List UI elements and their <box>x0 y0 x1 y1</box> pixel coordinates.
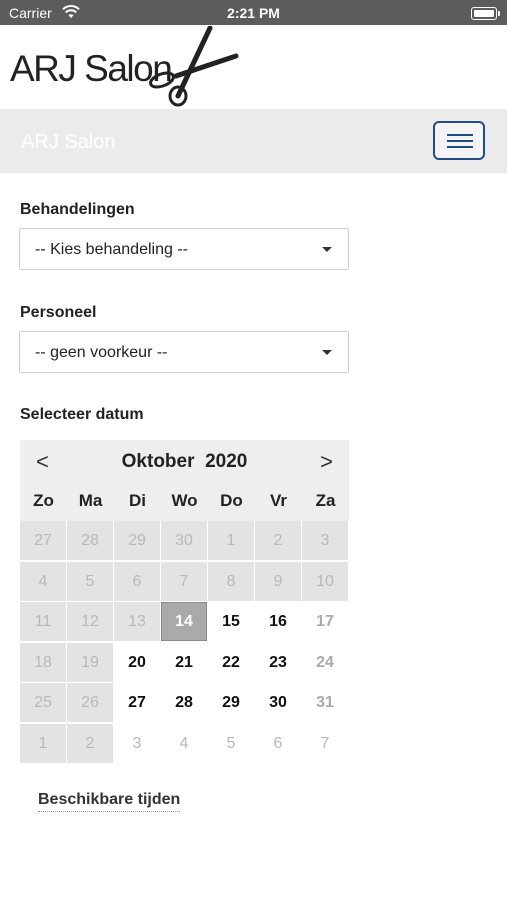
calendar-day: 4 <box>179 734 189 752</box>
calendar-day: 12 <box>67 602 113 641</box>
calendar-day: 18 <box>20 642 66 682</box>
calendar-title: Oktober 2020 <box>20 451 349 473</box>
chevron-down-icon <box>322 350 332 355</box>
calendar-day: 30 <box>161 521 207 560</box>
clock: 2:21 PM <box>227 5 280 21</box>
calendar-day[interactable]: 22 <box>208 643 254 682</box>
calendar-day[interactable]: 20 <box>114 643 160 682</box>
calendar-day: 24 <box>316 653 334 671</box>
calendar-day: 13 <box>114 602 160 641</box>
calendar-day: 5 <box>226 734 236 752</box>
staff-select-value: -- geen voorkeur -- <box>35 344 168 361</box>
staff-select[interactable]: -- geen voorkeur -- <box>19 331 349 373</box>
calendar-day: 11 <box>20 602 66 641</box>
calendar-day[interactable]: 15 <box>208 602 254 641</box>
next-month-button[interactable]: > <box>320 449 333 475</box>
treatment-label: Behandelingen <box>20 201 135 218</box>
date-label: Selecteer datum <box>20 406 144 423</box>
calendar-day: 26 <box>67 683 113 722</box>
calendar-day: 2 <box>255 521 301 560</box>
status-bar: Carrier 2:21 PM <box>0 0 507 25</box>
battery-icon <box>471 7 500 20</box>
weekday-label: Za <box>315 491 336 510</box>
calendar-day: 7 <box>320 734 330 752</box>
weekday-label: Do <box>220 491 243 510</box>
weekday-header: Zo Ma Di Wo Do Vr Za <box>20 481 349 521</box>
date-picker: < Oktober 2020 > Zo Ma Di Wo Do Vr Za 27… <box>20 440 349 763</box>
calendar-grid: 27 28 29 30 1 2 3 4 5 6 7 8 9 10 11 12 13 14 15 16 17 18 19 20 2… <box>20 521 349 763</box>
calendar-day: 5 <box>67 561 113 601</box>
calendar-day[interactable]: 23 <box>255 643 301 682</box>
calendar-day: 25 <box>20 683 66 722</box>
menu-toggle-button[interactable] <box>433 121 485 160</box>
calendar-day: 6 <box>273 734 283 752</box>
navbar-brand[interactable]: ARJ Salon <box>21 131 116 154</box>
hamburger-icon <box>447 140 473 142</box>
navbar: ARJ Salon <box>0 109 507 173</box>
calendar-year: 2020 <box>205 451 248 472</box>
calendar-day: 10 <box>302 561 348 601</box>
calendar-day[interactable]: 28 <box>161 683 207 722</box>
weekday-label: Vr <box>269 491 288 510</box>
calendar-month: Oktober <box>121 451 195 472</box>
calendar-day: 9 <box>255 561 301 601</box>
calendar-day[interactable]: 30 <box>255 683 301 722</box>
available-times-link[interactable]: Beschikbare tijden <box>38 791 181 812</box>
calendar-day-selected[interactable]: 14 <box>161 602 207 641</box>
treatment-select[interactable]: -- Kies behandeling -- <box>19 228 349 270</box>
calendar-day: 1 <box>208 521 254 560</box>
calendar-header: < Oktober 2020 > <box>20 440 349 481</box>
weekday-label: Di <box>129 491 146 510</box>
calendar-day: 2 <box>67 723 113 763</box>
treatment-select-value: -- Kies behandeling -- <box>35 241 188 258</box>
calendar-day[interactable]: 27 <box>114 683 160 722</box>
calendar-day: 7 <box>161 561 207 601</box>
calendar-day: 6 <box>114 561 160 601</box>
calendar-day[interactable]: 29 <box>208 683 254 722</box>
calendar-day[interactable]: 21 <box>161 643 207 682</box>
weekday-label: Zo <box>33 491 54 510</box>
calendar-day: 3 <box>302 521 348 560</box>
chevron-down-icon <box>322 247 332 252</box>
calendar-day: 29 <box>114 521 160 560</box>
calendar-day[interactable]: 16 <box>255 602 301 641</box>
hamburger-icon <box>447 134 473 136</box>
calendar-day: 31 <box>316 694 334 711</box>
weekday-label: Wo <box>171 491 198 510</box>
calendar-day: 1 <box>20 723 66 763</box>
salon-logo[interactable]: ARJ Salon <box>10 26 250 108</box>
calendar-day: 17 <box>316 613 334 630</box>
calendar-day: 27 <box>20 521 66 560</box>
calendar-day: 4 <box>20 561 66 601</box>
calendar-day: 8 <box>208 561 254 601</box>
calendar-day: 3 <box>132 734 142 752</box>
calendar-day: 28 <box>67 521 113 560</box>
hamburger-icon <box>447 146 473 148</box>
weekday-label: Ma <box>78 491 103 510</box>
staff-label: Personeel <box>20 304 97 321</box>
calendar-day: 19 <box>67 642 113 682</box>
